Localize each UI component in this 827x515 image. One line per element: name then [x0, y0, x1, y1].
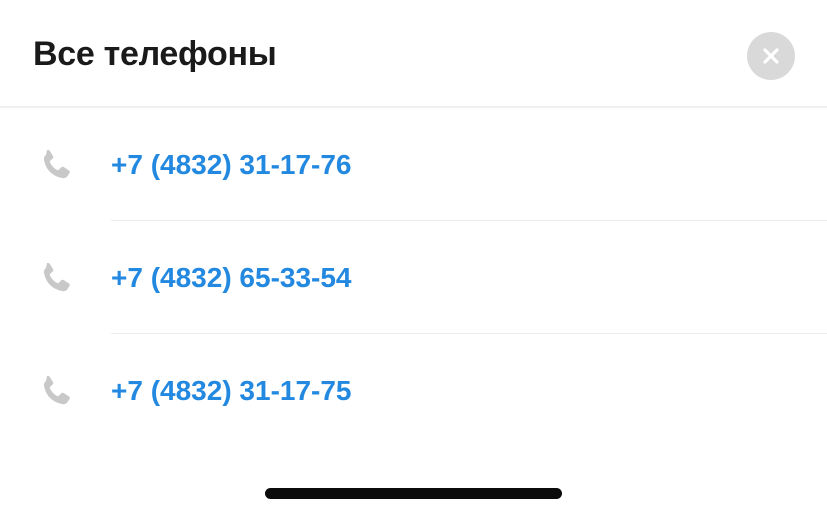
phone-icon	[36, 372, 76, 412]
phone-row[interactable]: +7 (4832) 31-17-75	[0, 334, 827, 447]
close-button[interactable]	[747, 32, 795, 80]
phone-number-link[interactable]: +7 (4832) 65-33-54	[111, 261, 352, 295]
sheet-header: Все телефоны	[0, 0, 827, 108]
phone-row[interactable]: +7 (4832) 65-33-54	[0, 221, 827, 334]
home-indicator[interactable]	[265, 488, 562, 499]
close-icon	[763, 48, 779, 64]
phone-number-link[interactable]: +7 (4832) 31-17-75	[111, 374, 352, 408]
phone-icon	[36, 259, 76, 299]
phone-row[interactable]: +7 (4832) 31-17-76	[0, 108, 827, 221]
phones-sheet: Все телефоны +7 (4832) 31-17-76 +7 (4832…	[0, 0, 827, 515]
phone-icon	[36, 146, 76, 186]
phone-list: +7 (4832) 31-17-76 +7 (4832) 65-33-54 +7…	[0, 108, 827, 447]
phone-number-link[interactable]: +7 (4832) 31-17-76	[111, 148, 352, 182]
sheet-title: Все телефоны	[33, 35, 277, 73]
